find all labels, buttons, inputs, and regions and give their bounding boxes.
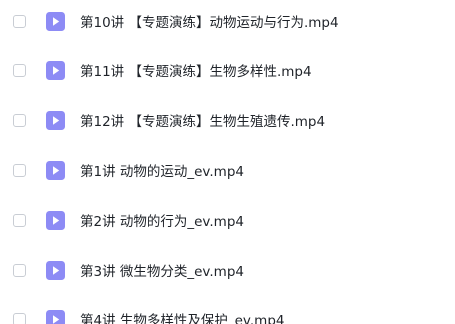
- video-file-icon: [46, 160, 65, 180]
- file-name: 第12讲 【专题演练】生物生殖遗传.mp4: [80, 114, 326, 130]
- file-name: 第4讲 生物多样性及保护_ev.mp4: [80, 313, 285, 324]
- file-row[interactable]: 第4讲 生物多样性及保护_ev.mp4: [0, 303, 455, 324]
- file-checkbox[interactable]: [13, 113, 26, 127]
- file-checkbox[interactable]: [13, 312, 26, 324]
- file-name: 第3讲 微生物分类_ev.mp4: [80, 264, 244, 280]
- file-checkbox[interactable]: [13, 213, 26, 227]
- file-checkbox[interactable]: [13, 163, 26, 177]
- file-row[interactable]: 第2讲 动物的行为_ev.mp4: [0, 204, 455, 236]
- file-list: 第10讲 【专题演练】动物运动与行为.mp4 第11讲 【专题演练】生物多样性.…: [0, 0, 455, 324]
- file-row[interactable]: 第11讲 【专题演练】生物多样性.mp4: [0, 54, 455, 86]
- file-name: 第2讲 动物的行为_ev.mp4: [80, 214, 244, 230]
- file-name: 第11讲 【专题演练】生物多样性.mp4: [80, 64, 312, 80]
- file-checkbox[interactable]: [13, 263, 26, 277]
- video-file-icon: [46, 309, 65, 324]
- file-row[interactable]: 第1讲 动物的运动_ev.mp4: [0, 154, 455, 186]
- video-file-icon: [46, 11, 65, 31]
- file-checkbox[interactable]: [13, 63, 26, 77]
- file-checkbox[interactable]: [13, 14, 26, 28]
- file-name: 第10讲 【专题演练】动物运动与行为.mp4: [80, 15, 339, 31]
- video-file-icon: [46, 60, 65, 80]
- file-row[interactable]: 第10讲 【专题演练】动物运动与行为.mp4: [0, 5, 455, 37]
- file-row[interactable]: 第3讲 微生物分类_ev.mp4: [0, 254, 455, 286]
- file-name: 第1讲 动物的运动_ev.mp4: [80, 164, 244, 180]
- file-row[interactable]: 第12讲 【专题演练】生物生殖遗传.mp4: [0, 104, 455, 136]
- video-file-icon: [46, 110, 65, 130]
- video-file-icon: [46, 210, 65, 230]
- video-file-icon: [46, 260, 65, 280]
